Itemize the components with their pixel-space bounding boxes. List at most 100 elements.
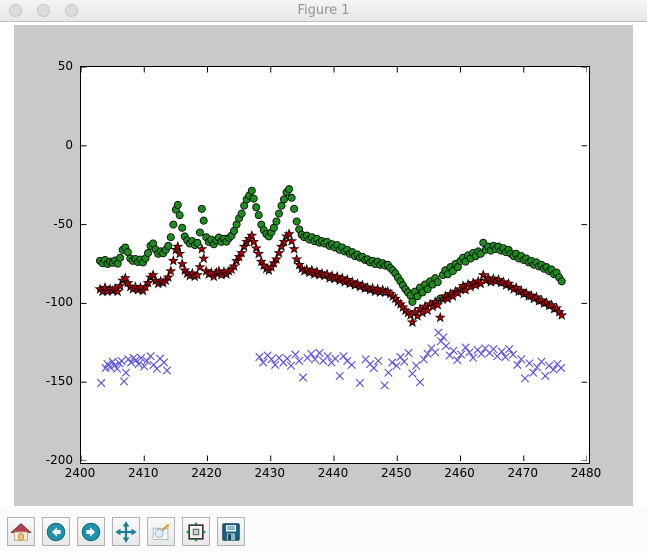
data-point <box>174 201 181 208</box>
data-point <box>533 363 541 371</box>
data-point <box>238 210 245 217</box>
data-point <box>400 358 408 366</box>
data-point <box>393 362 401 370</box>
y-tick-label: -200 <box>25 453 73 467</box>
data-point <box>122 369 130 377</box>
matplotlib-toolbar <box>0 506 647 553</box>
data-point <box>409 370 417 378</box>
data-point <box>163 367 171 375</box>
x-tick-label: 2460 <box>432 466 488 480</box>
data-point <box>147 352 155 360</box>
data-point <box>200 217 207 224</box>
data-point <box>253 204 260 211</box>
data-point <box>521 375 529 383</box>
data-point <box>405 349 413 357</box>
data-point <box>381 382 389 390</box>
data-point <box>290 244 299 253</box>
data-point <box>256 353 264 361</box>
data-point <box>416 378 424 386</box>
data-point <box>462 344 470 352</box>
x-tick-label: 2430 <box>242 466 298 480</box>
data-point <box>271 361 279 369</box>
zoom-button-toolbar[interactable] <box>147 517 175 546</box>
data-point <box>287 362 295 370</box>
y-tick-label: -150 <box>25 374 73 388</box>
data-point <box>299 374 307 382</box>
data-point <box>370 364 378 372</box>
data-point <box>514 361 522 369</box>
data-point <box>526 360 534 368</box>
window-titlebar: Figure 1 <box>0 0 647 22</box>
data-point <box>273 218 280 225</box>
data-point <box>250 195 257 202</box>
data-point <box>255 212 262 219</box>
data-point <box>557 364 565 372</box>
data-point <box>517 356 525 364</box>
figure-canvas: 240024102420243024402450246024702480500-… <box>14 25 633 506</box>
data-point <box>446 352 454 360</box>
save-icon <box>220 521 242 543</box>
data-point <box>288 194 295 201</box>
pan-button[interactable] <box>112 517 140 546</box>
data-point <box>120 378 128 386</box>
subplots-button[interactable] <box>182 517 210 546</box>
data-point <box>529 369 537 377</box>
data-point <box>259 359 267 367</box>
data-point <box>291 205 298 212</box>
data-point <box>550 366 558 374</box>
data-point <box>440 334 448 342</box>
data-point <box>170 221 177 228</box>
data-point <box>144 249 151 256</box>
pan-icon <box>115 521 137 543</box>
forward-button[interactable] <box>77 517 105 546</box>
x-tick-label: 2450 <box>368 466 424 480</box>
data-point <box>457 351 465 359</box>
back-button[interactable] <box>42 517 70 546</box>
x-tick-label: 2410 <box>115 466 171 480</box>
data-point <box>478 350 486 358</box>
data-point <box>466 349 474 357</box>
data-point <box>356 379 364 387</box>
x-tick-label: 2440 <box>305 466 361 480</box>
x-tick-label: 2480 <box>558 466 614 480</box>
plot-area[interactable] <box>80 66 590 464</box>
data-point <box>248 187 255 194</box>
data-point <box>169 256 178 265</box>
data-point <box>311 356 319 364</box>
y-tick-label: 50 <box>25 59 73 73</box>
subplots-icon <box>185 521 207 543</box>
data-point <box>385 369 393 377</box>
data-point <box>194 239 201 246</box>
zoom-rect-icon <box>150 521 172 543</box>
series-blue-x <box>97 329 565 389</box>
data-point <box>336 372 344 380</box>
data-point <box>509 351 517 359</box>
data-point <box>340 352 348 360</box>
series-green-circles <box>96 186 565 306</box>
data-point <box>431 349 439 357</box>
data-point <box>97 379 105 387</box>
forward-icon <box>80 521 102 543</box>
data-point <box>450 347 458 355</box>
data-point <box>275 210 282 217</box>
data-point <box>558 278 565 285</box>
data-point <box>498 348 506 356</box>
data-point <box>307 350 315 358</box>
data-point <box>436 313 445 322</box>
data-point <box>285 186 292 193</box>
data-point <box>117 254 124 261</box>
save-button[interactable] <box>217 517 245 546</box>
x-tick-label: 2470 <box>495 466 551 480</box>
data-point <box>454 356 462 364</box>
data-point <box>293 218 300 225</box>
data-point <box>332 355 340 363</box>
data-point <box>280 196 287 203</box>
data-point <box>505 345 513 353</box>
back-icon <box>45 521 67 543</box>
data-point <box>268 356 276 364</box>
data-point <box>165 242 172 249</box>
home-button[interactable] <box>7 517 35 546</box>
data-point <box>469 354 477 362</box>
data-point <box>397 353 405 361</box>
data-point <box>538 358 546 366</box>
